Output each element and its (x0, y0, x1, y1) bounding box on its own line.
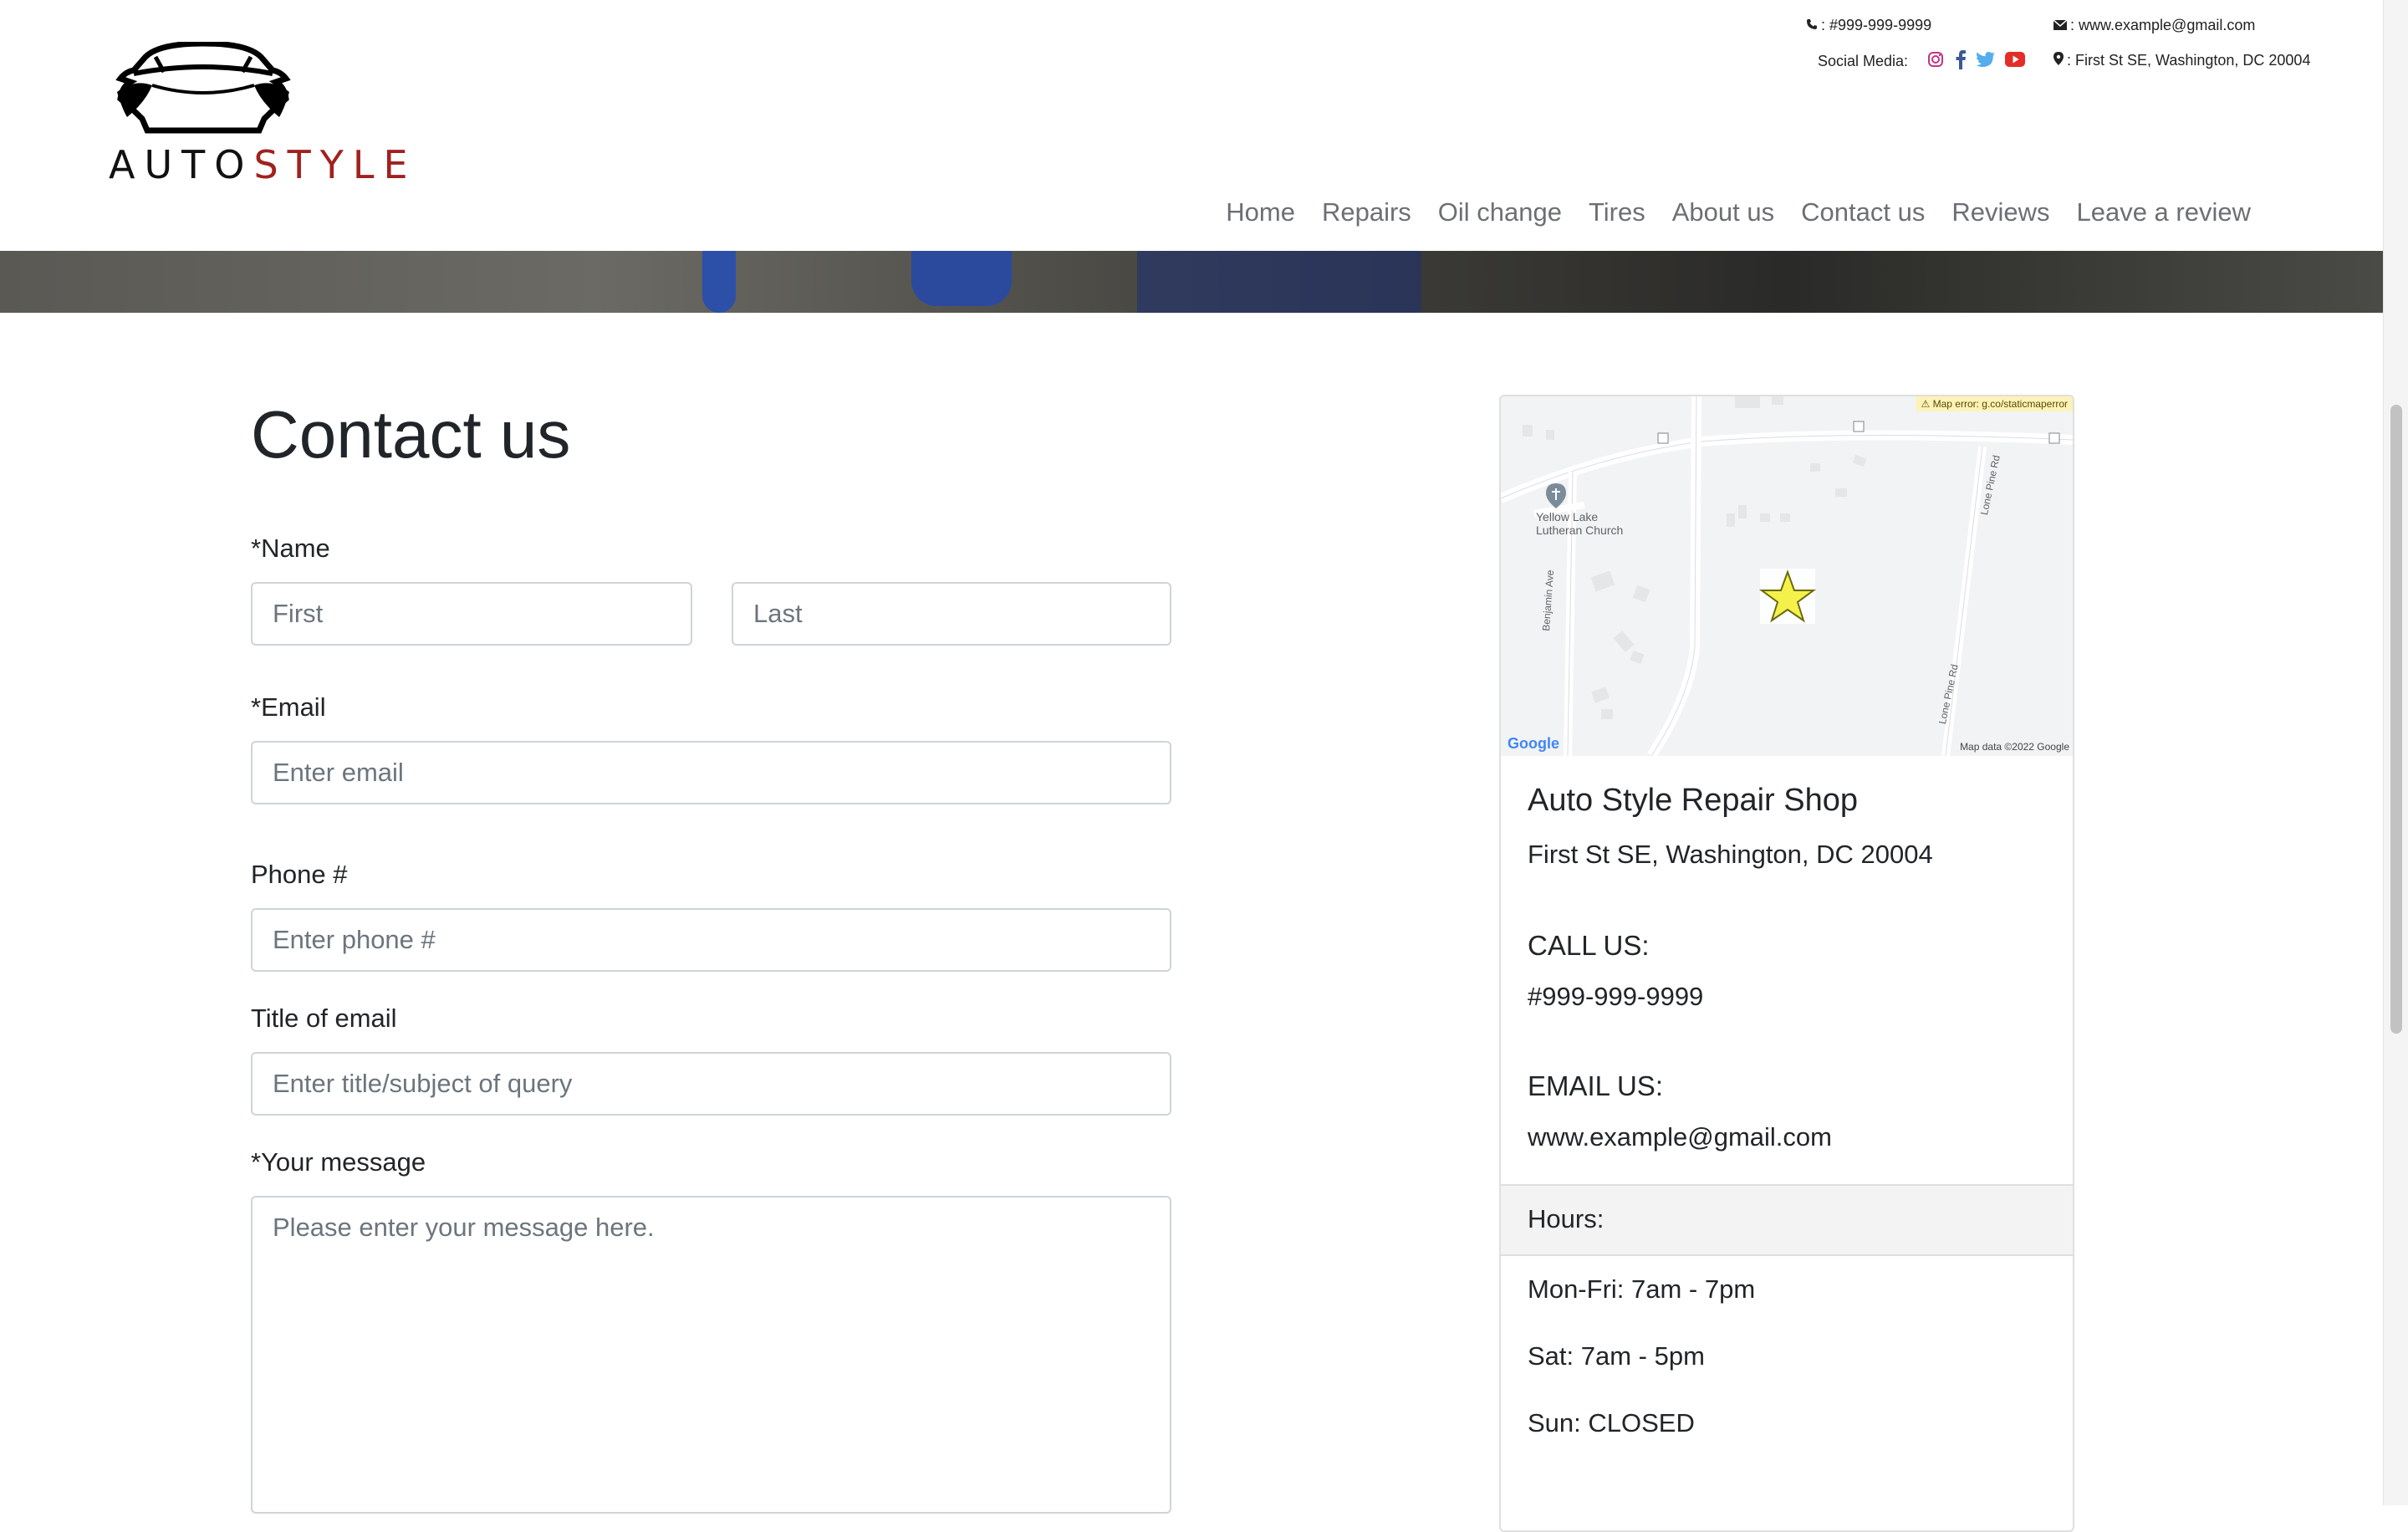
site-header: AUTOSTYLE : #999-999-9999 : www.example@… (0, 0, 2383, 251)
header-phone-text: : #999-999-9999 (1821, 17, 1932, 33)
subject-label: Title of email (251, 1003, 397, 1033)
subject-input[interactable] (251, 1052, 1171, 1116)
shop-info-card: ⚠ Map error: g.co/staticmaperror Yellow … (1499, 395, 2074, 1532)
page-scrollbar[interactable] (2383, 0, 2408, 1505)
hours-weekdays: Mon-Fri: 7am - 7pm (1528, 1274, 1756, 1304)
instagram-icon[interactable] (1925, 49, 1946, 70)
name-label: *Name (251, 534, 330, 563)
nav-contact-us[interactable]: Contact us (1801, 197, 1925, 227)
map-error-notice: ⚠ Map error: g.co/staticmaperror (1916, 396, 2073, 411)
email-label: *Email (251, 692, 326, 722)
hours-saturday: Sat: 7am - 5pm (1528, 1341, 1705, 1371)
phone-input[interactable] (251, 908, 1171, 972)
nav-leave-a-review[interactable]: Leave a review (2076, 197, 2251, 227)
hours-heading: Hours: (1528, 1204, 1604, 1233)
header-email-text: : www.example@gmail.com (2070, 17, 2256, 33)
call-us-heading: CALL US: (1528, 930, 1650, 961)
location-map[interactable]: ⚠ Map error: g.co/staticmaperror Yellow … (1501, 396, 2073, 756)
header-address[interactable]: : First St SE, Washington, DC 20004 (2053, 52, 2310, 69)
nav-home[interactable]: Home (1226, 197, 1295, 227)
phone-label: Phone # (251, 860, 348, 889)
google-logo: Google (1508, 735, 1559, 752)
youtube-icon[interactable] (2003, 49, 2027, 70)
map-pin-icon (2053, 52, 2064, 69)
hours-header: Hours: (1501, 1184, 2073, 1256)
main-nav: Home Repairs Oil change Tires About us C… (1226, 197, 2251, 227)
shop-phone[interactable]: #999-999-9999 (1528, 982, 1703, 1012)
nav-reviews[interactable]: Reviews (1951, 197, 2049, 227)
phone-icon (1806, 17, 1818, 34)
facebook-icon[interactable] (1950, 49, 1972, 70)
message-label: *Your message (251, 1147, 426, 1177)
nav-tires[interactable]: Tires (1589, 197, 1645, 227)
scrollbar-thumb[interactable] (2390, 405, 2402, 1034)
shop-email[interactable]: www.example@gmail.com (1528, 1122, 1832, 1152)
shop-name: Auto Style Repair Shop (1528, 783, 1859, 818)
nav-about-us[interactable]: About us (1672, 197, 1774, 227)
first-name-input[interactable] (251, 582, 692, 646)
header-phone[interactable]: : #999-999-9999 (1806, 17, 1931, 34)
map-graphic (1501, 396, 2073, 756)
nav-oil-change[interactable]: Oil change (1438, 197, 1562, 227)
map-label-church: Yellow Lake Lutheran Church (1536, 510, 1624, 537)
twitter-icon[interactable] (1975, 49, 1997, 70)
header-email[interactable]: : www.example@gmail.com (2053, 17, 2255, 34)
logo-wordmark: AUTOSTYLE (109, 142, 408, 187)
nav-repairs[interactable]: Repairs (1322, 197, 1411, 227)
logo-word-style: STYLE (253, 142, 417, 187)
car-logo-icon (115, 40, 291, 134)
email-us-heading: EMAIL US: (1528, 1070, 1663, 1101)
envelope-icon (2053, 17, 2068, 34)
social-media-label: Social Media: (1818, 53, 1909, 69)
autostyle-logo[interactable]: AUTOSTYLE (109, 40, 408, 187)
header-address-text: : First St SE, Washington, DC 20004 (2067, 52, 2311, 69)
hero-banner-image (0, 251, 2383, 313)
page-title: Contact us (251, 397, 571, 472)
last-name-input[interactable] (732, 582, 1171, 646)
message-textarea[interactable] (251, 1196, 1171, 1514)
email-input[interactable] (251, 741, 1171, 804)
hours-sunday: Sun: CLOSED (1528, 1408, 1695, 1438)
map-copyright: Map data ©2022 Google (1960, 741, 2069, 753)
shop-address: First St SE, Washington, DC 20004 (1528, 840, 1933, 869)
logo-word-auto: AUTO (109, 142, 254, 187)
